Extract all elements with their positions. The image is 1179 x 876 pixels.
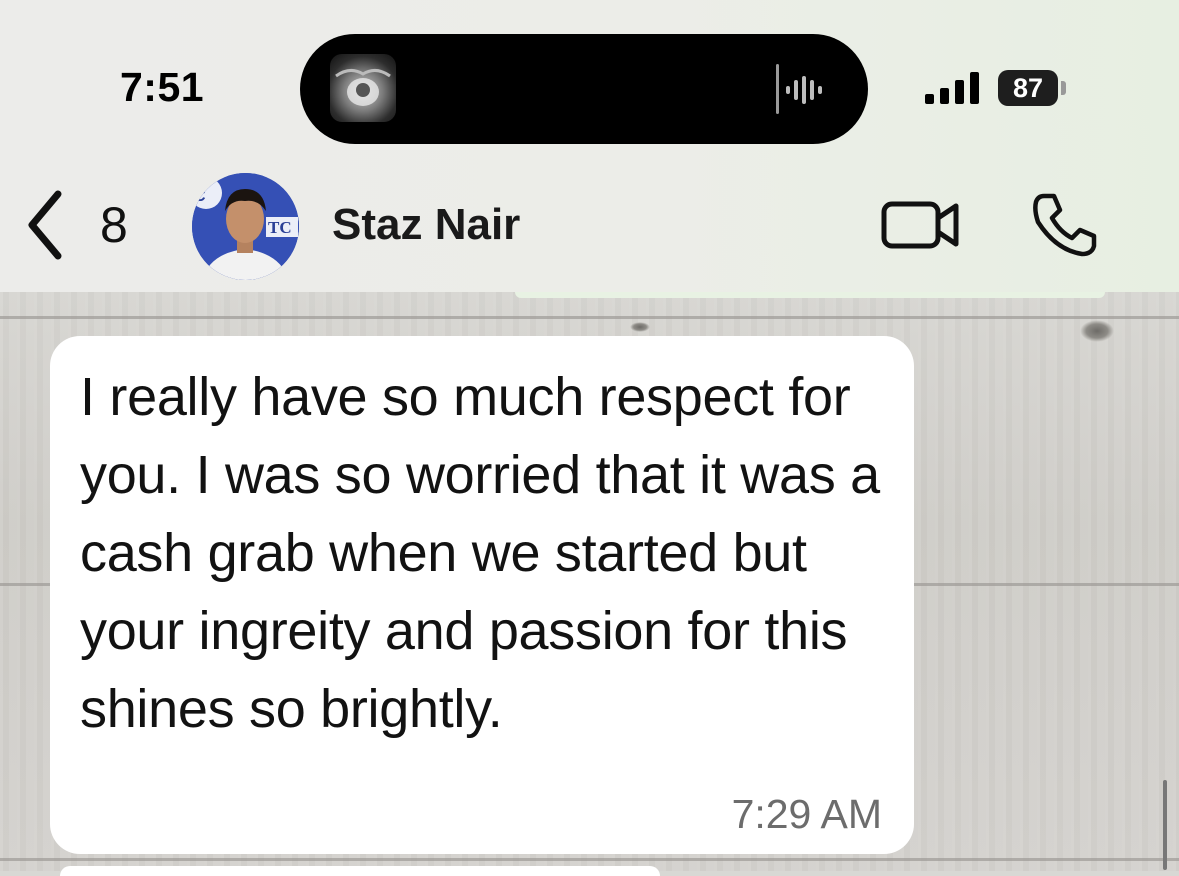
battery-nub (1061, 81, 1066, 95)
svg-text:TC: TC (268, 218, 292, 237)
chat-header: 7:51 87 8 C TC Staz Nair (0, 0, 1179, 292)
scrollbar[interactable] (1163, 780, 1167, 870)
previous-message-bubble[interactable] (515, 292, 1105, 298)
message-bubble[interactable]: I really have so much respect for you. I… (50, 336, 914, 854)
next-message-bubble[interactable] (60, 866, 660, 876)
message-text: I really have so much respect for you. I… (80, 367, 880, 739)
audio-waveform-icon (776, 64, 822, 114)
phone-icon[interactable] (1030, 192, 1098, 258)
cellular-signal-icon (925, 72, 979, 104)
battery-indicator: 87 (998, 70, 1058, 106)
wallpaper-knot (1080, 320, 1114, 342)
status-time: 7:51 (120, 64, 205, 110)
unread-count: 8 (100, 197, 128, 253)
avatar[interactable]: C TC (192, 173, 299, 280)
back-button[interactable]: 8 (22, 180, 152, 270)
wallpaper-plank-seam (0, 316, 1179, 319)
message-timestamp: 7:29 AM (731, 791, 882, 837)
battery-level: 87 (1012, 72, 1044, 103)
svg-text:C: C (194, 188, 206, 205)
chevron-left-icon (28, 190, 62, 260)
now-playing-thumbnail[interactable] (330, 54, 396, 122)
wallpaper-plank-seam (0, 858, 1179, 861)
contact-name[interactable]: Staz Nair (332, 200, 520, 250)
video-camera-icon[interactable] (880, 196, 962, 252)
wallpaper-knot (630, 322, 650, 332)
